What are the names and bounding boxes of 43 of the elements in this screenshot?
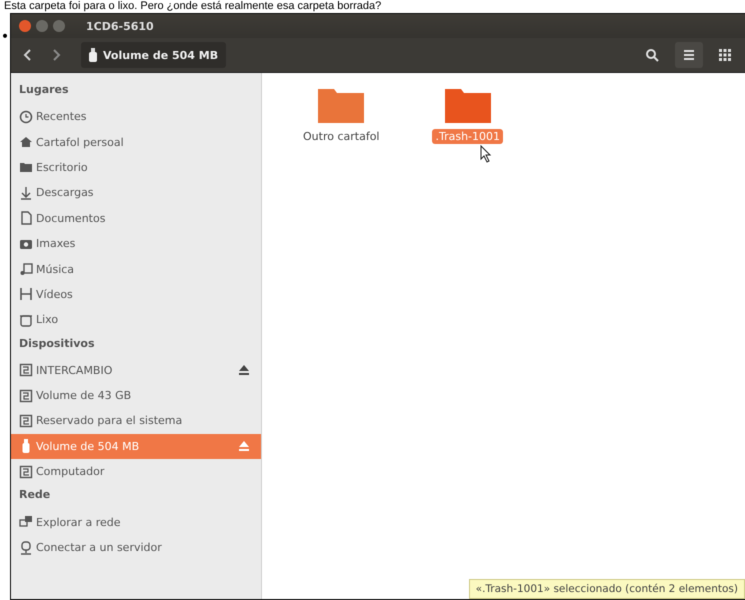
sidebar-heading: Rede [18,487,52,504]
music-icon [19,262,33,276]
bullet: • [0,28,10,47]
usb-drive-icon [89,48,97,62]
home-icon [19,135,33,150]
location-button[interactable]: Volume de 504 MB [81,42,226,68]
sidebar-heading: Dispositivos [18,336,96,352]
sidebar-item[interactable]: Imaxes [11,230,261,256]
sidebar-item[interactable]: Descargas [11,180,261,206]
sidebar-item[interactable]: Computador [11,459,261,484]
sidebar-item[interactable]: Reservado para el sistema [11,408,261,434]
sidebar-item[interactable]: INTERCAMBIO [11,358,261,383]
document-icon [19,211,33,226]
mouse-cursor-icon [480,145,492,163]
network-icon [19,515,33,530]
sidebar-item[interactable]: Escritorio [11,154,261,180]
sidebar-item[interactable]: Música [11,256,261,282]
folder-icon [19,160,33,174]
sidebar-item[interactable]: Vídeos [11,282,261,308]
status-bar: «.Trash-1001» seleccionado (contén 2 elementos) [468,579,745,599]
close-button[interactable] [19,20,31,32]
download-icon [19,186,33,200]
sidebar-item[interactable]: Volume de 43 GB [11,382,261,408]
eject-icon[interactable] [239,365,249,376]
sidebar-item[interactable]: Explorar a rede [11,509,261,535]
grid-icon[interactable] [719,49,731,61]
sidebar-item[interactable]: Conectar a un servidor [11,534,261,560]
folder-item[interactable]: Outro cartafol [300,85,382,144]
search-icon[interactable] [645,48,659,62]
list-icon [684,49,694,61]
window-title: 1CD6-5610 [86,20,154,32]
sidebar-item[interactable]: Lixo [11,307,261,333]
sidebar-item[interactable]: Documentos [11,206,261,231]
sidebar-item[interactable]: Recentes [11,104,261,130]
clock-icon [19,110,33,124]
trash-icon [19,312,33,327]
sidebar-item[interactable]: Cartafol persoal [11,129,261,155]
server-icon [19,540,33,555]
folder-name: Outro cartafol [302,129,380,144]
sidebar-heading: Lugares [18,82,70,98]
list-view-button[interactable] [675,42,703,68]
folder-name: .Trash-1001 [432,129,504,144]
caption-text: Esta carpeta foi para o lixo. Pero ¿onde está realmente esa carpeta borrada? [3,0,382,13]
